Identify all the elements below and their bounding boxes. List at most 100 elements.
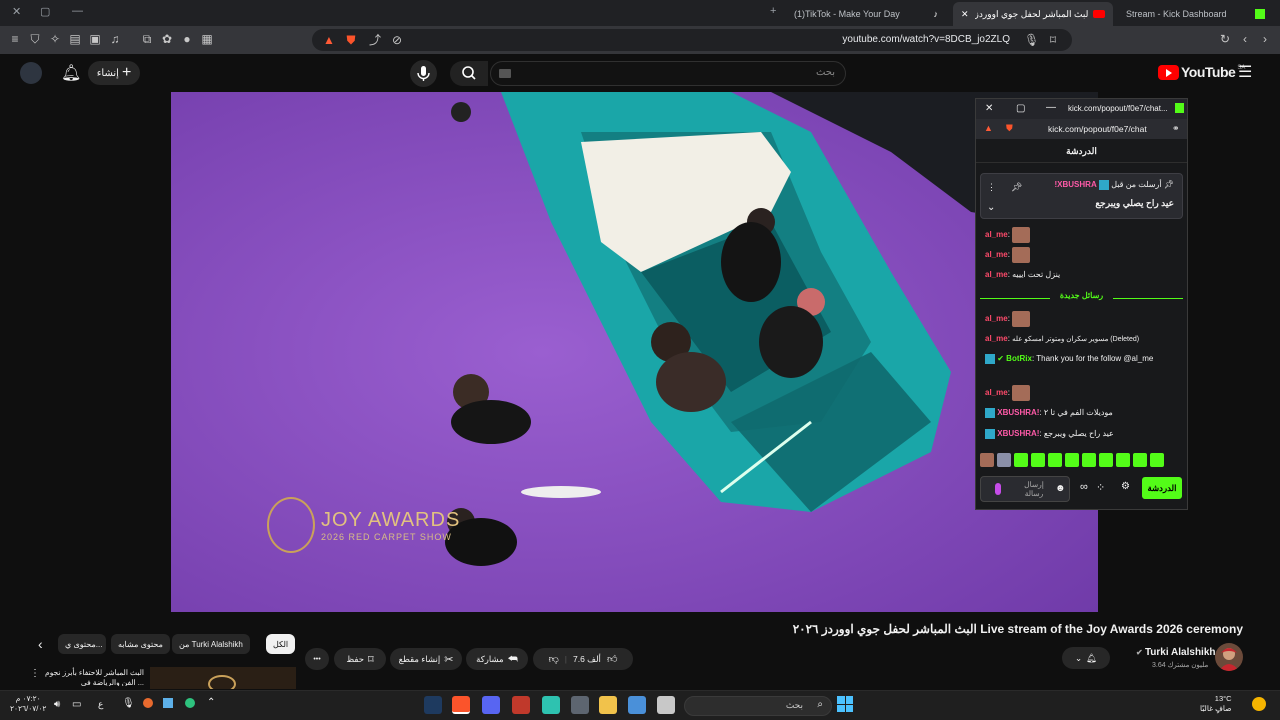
clip-button[interactable]: إنشاء مقطع ✂ <box>390 648 462 670</box>
voice-search-button[interactable] <box>410 60 437 87</box>
emote-icon[interactable] <box>1048 453 1062 467</box>
more-options-icon[interactable]: ⋮ <box>30 668 40 679</box>
emote-icon[interactable] <box>980 453 994 467</box>
popout-url[interactable]: kick.com/popout/f0e7/chat <box>1048 124 1147 134</box>
notifications-bell-icon[interactable]: 🔔︎ <box>61 63 81 83</box>
chevron-down-icon[interactable]: ⌄ <box>987 202 995 213</box>
chat-username[interactable]: al_me <box>985 230 1008 239</box>
tabs-icon[interactable]: ▤ <box>68 32 82 46</box>
popout-maximize-icon[interactable]: ▢ <box>1016 103 1025 114</box>
chat-send-button[interactable]: الدردشة <box>1142 477 1182 499</box>
chip-more-content[interactable]: محتوى ي... <box>58 634 106 654</box>
tray-app-icon[interactable] <box>143 698 153 708</box>
emote-icon[interactable] <box>1150 453 1164 467</box>
window-minimize-icon[interactable]: — <box>72 5 83 17</box>
tray-app-icon[interactable] <box>185 698 195 708</box>
menu-icon[interactable]: ≡ <box>8 32 22 46</box>
recommendation-thumbnail[interactable] <box>150 667 296 689</box>
bookmark-icon[interactable]: ⌑ <box>1046 33 1060 47</box>
steam-icon[interactable] <box>424 696 442 714</box>
pinned-user[interactable]: XBUSHRA! <box>1054 180 1096 189</box>
app-icon[interactable] <box>542 696 560 714</box>
wallet-icon[interactable]: ▦ <box>200 32 214 46</box>
chat-username[interactable]: XBUSHRA! <box>997 408 1039 417</box>
emote-icon[interactable] <box>1031 453 1045 467</box>
microphone-tray-icon[interactable]: 🎙 <box>122 698 135 709</box>
brave-rewards-icon[interactable]: ▲ <box>322 33 336 47</box>
microphone-icon[interactable]: 🎙 <box>1024 33 1039 47</box>
cookie-icon[interactable]: ● <box>180 32 194 46</box>
create-button[interactable]: إنشاء + <box>88 61 140 85</box>
brave-shields-icon[interactable]: ⛊ <box>1006 123 1013 134</box>
extension-icon[interactable]: ✿ <box>160 32 174 46</box>
share-button[interactable]: مشاركة ⮪ <box>466 648 528 670</box>
chat-username[interactable]: al_me <box>985 334 1008 343</box>
link-icon[interactable]: ⚭ <box>1172 123 1180 134</box>
music-icon[interactable]: ♫ <box>108 32 122 46</box>
settings-gear-icon[interactable]: ⚙ <box>1121 481 1130 492</box>
search-button[interactable] <box>450 61 488 86</box>
account-avatar[interactable] <box>20 62 42 84</box>
no-translate-icon[interactable]: ⊘ <box>390 33 404 47</box>
search-input[interactable]: بحث <box>490 61 846 86</box>
brave-rewards-icon[interactable]: ▲ <box>984 123 993 133</box>
taskbar-search[interactable]: بحث ⌕ <box>684 696 832 716</box>
voicemeeter-icon[interactable] <box>512 696 530 714</box>
weather-widget[interactable]: 13°C صافٍ غالبًا <box>1200 694 1232 714</box>
chat-username[interactable]: BotRix <box>1006 354 1032 363</box>
url-text[interactable]: youtube.com/watch?v=8DCB_jo2ZLQ <box>842 34 1010 45</box>
chat-message-input[interactable]: إرسال رسالة ☻ <box>980 476 1070 502</box>
store-icon[interactable] <box>628 696 646 714</box>
window-close-icon[interactable]: ✕ <box>12 5 21 18</box>
puzzle-icon[interactable]: ✧ <box>48 32 62 46</box>
app-icon[interactable] <box>657 696 675 714</box>
emote-icon[interactable] <box>1082 453 1096 467</box>
save-button[interactable]: حفظ ⌑ <box>334 648 386 670</box>
channel-avatar[interactable] <box>1215 643 1243 671</box>
share-icon[interactable]: ⤴ <box>368 33 382 47</box>
discord-icon[interactable] <box>482 696 500 714</box>
brave-shields-icon[interactable]: ⛊ <box>344 33 358 47</box>
screenshot-icon[interactable]: ⧉ <box>140 32 154 46</box>
guide-menu-icon[interactable]: ☰ <box>1238 62 1252 82</box>
keyboard-icon[interactable] <box>499 69 511 78</box>
subscribe-notifications-button[interactable]: ⌄ 🔔︎ <box>1062 647 1110 669</box>
file-explorer-icon[interactable] <box>599 696 617 714</box>
recommendation-title[interactable]: البث المباشر للاحتفاء بأبرز نجوم الفن وا… <box>40 668 144 686</box>
popout-close-icon[interactable]: ✕ <box>985 103 993 114</box>
new-tab-button[interactable]: + <box>770 5 776 17</box>
dislike-icon[interactable]: 👎︎ <box>549 653 559 665</box>
chat-username[interactable]: al_me <box>985 250 1008 259</box>
chat-username[interactable]: XBUSHRA! <box>997 429 1039 438</box>
brave-browser-icon[interactable] <box>452 696 470 714</box>
address-bar[interactable]: ▲ ⛊ ⤴ ⊘ youtube.com/watch?v=8DCB_jo2ZLQ … <box>312 29 1072 51</box>
points-icon[interactable]: ⁘ <box>1096 481 1105 494</box>
infinity-icon[interactable]: ∞ <box>1080 481 1088 493</box>
tab-tiktok[interactable]: (1)TikTok - Make Your Day ♪ <box>786 2 946 26</box>
app-icon[interactable] <box>571 696 589 714</box>
tray-app-icon[interactable] <box>163 698 173 708</box>
network-icon[interactable]: ▭ <box>72 699 81 710</box>
more-actions-button[interactable]: ••• <box>305 648 329 670</box>
sidebar-icon[interactable]: ▣ <box>88 32 102 46</box>
emote-icon[interactable] <box>1133 453 1147 467</box>
popout-minimize-icon[interactable]: — <box>1046 102 1056 113</box>
chip-all[interactable]: الكل <box>266 634 296 654</box>
chip-similar[interactable]: محتوى مشابه <box>111 634 170 654</box>
chat-username[interactable]: al_me <box>985 314 1008 323</box>
forward-icon[interactable]: › <box>1258 32 1272 46</box>
emote-icon[interactable] <box>997 453 1011 467</box>
emote-icon[interactable] <box>1014 453 1028 467</box>
video-player[interactable]: JOY AWARDS 2026 RED CARPET SHOW <box>171 92 1098 612</box>
like-icon[interactable]: 👍︎ <box>607 653 617 665</box>
channel-name[interactable]: ✔ Turki Alalshikh <box>1136 647 1216 658</box>
chevron-up-icon[interactable]: ⌃ <box>207 697 215 708</box>
tab-kick[interactable]: Stream - Kick Dashboard <box>1118 2 1273 26</box>
microphone-icon[interactable] <box>995 483 1001 495</box>
volume-icon[interactable]: 🔊︎ <box>54 699 60 710</box>
windows-start-icon[interactable] <box>837 696 853 712</box>
shield-icon[interactable]: ⛉ <box>28 32 42 46</box>
chat-username[interactable]: al_me <box>985 270 1008 279</box>
chevron-left-icon[interactable]: ‹ <box>38 636 43 652</box>
chat-username[interactable]: al_me <box>985 388 1008 397</box>
